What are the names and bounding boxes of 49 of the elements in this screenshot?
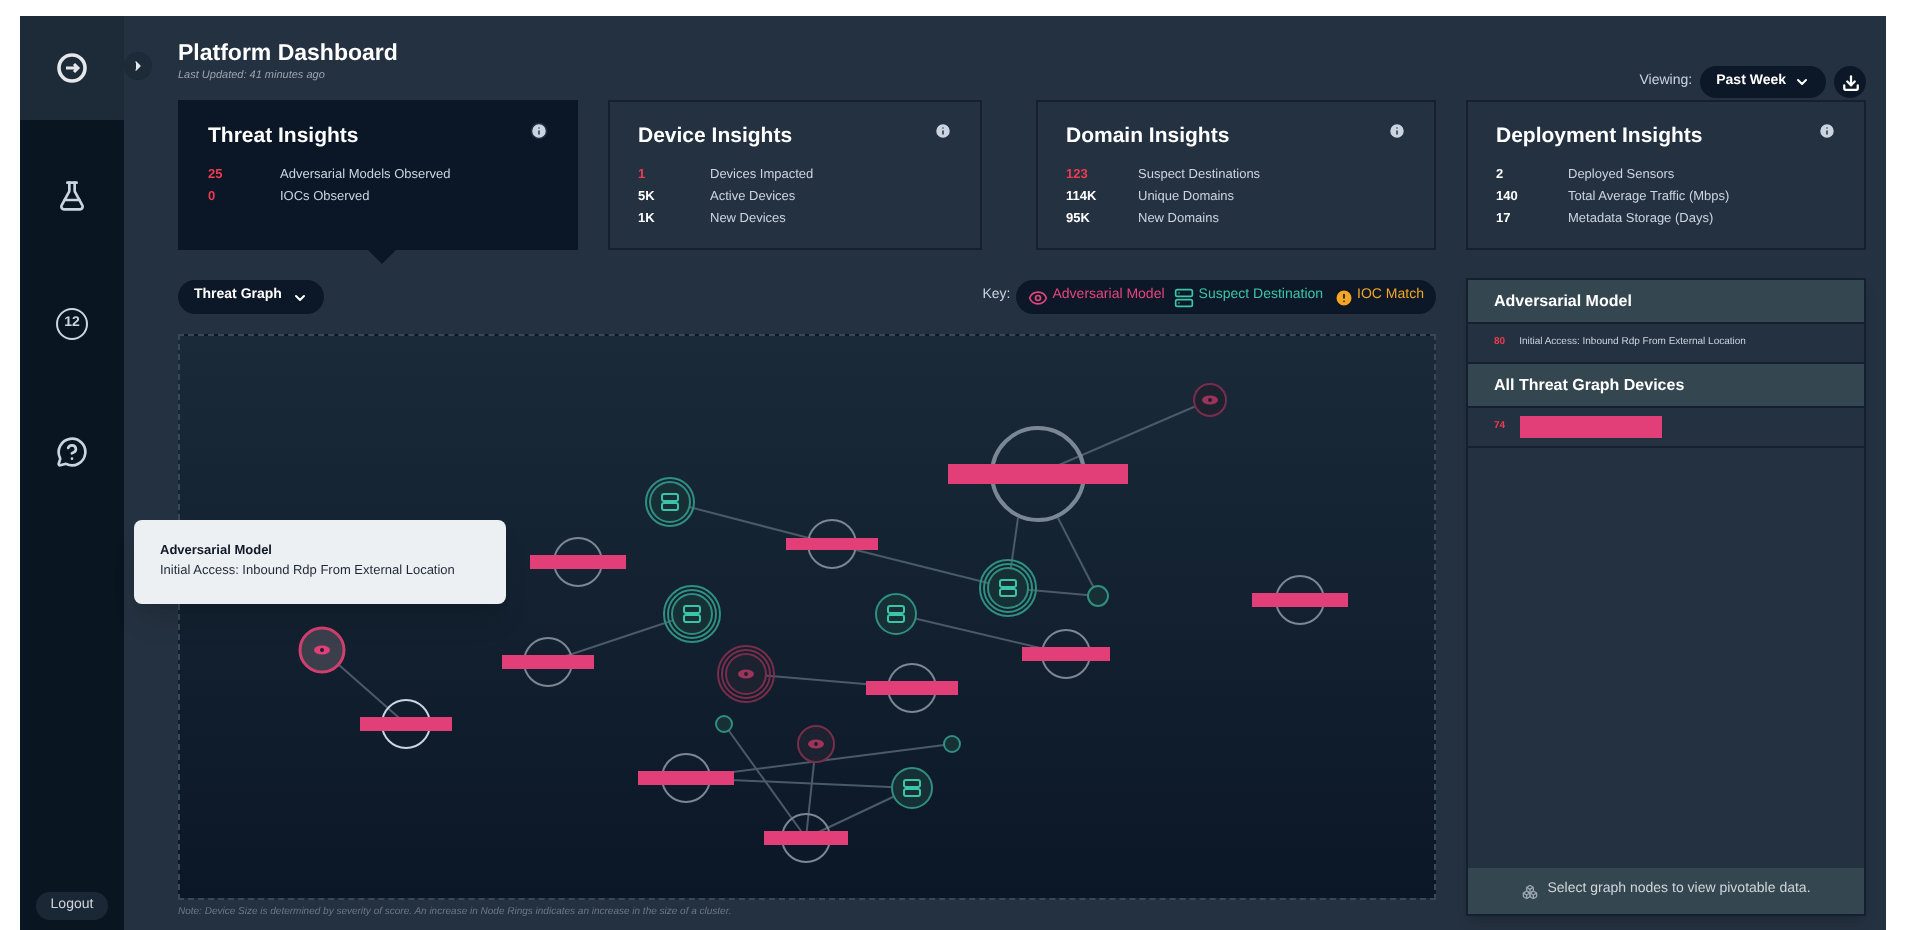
model-node[interactable] bbox=[717, 645, 775, 703]
eye-icon bbox=[1028, 287, 1049, 307]
destination-node[interactable] bbox=[943, 735, 961, 753]
device-node[interactable] bbox=[502, 637, 594, 687]
redaction-bar bbox=[1519, 416, 1662, 438]
flask-icon bbox=[56, 180, 88, 212]
destination-node[interactable] bbox=[979, 559, 1037, 617]
card-title: Domain Insights bbox=[1066, 122, 1230, 152]
chevron-down-icon bbox=[1794, 74, 1810, 90]
page-title: Platform Dashboard bbox=[178, 40, 398, 68]
chevron-icon bbox=[130, 58, 146, 74]
download-button[interactable] bbox=[1834, 66, 1866, 98]
card-title: Threat Insights bbox=[208, 122, 359, 152]
info-icon bbox=[934, 122, 952, 140]
device-node[interactable] bbox=[638, 753, 734, 803]
device-node[interactable] bbox=[360, 699, 452, 749]
section-header: All Threat Graph Devices bbox=[1468, 364, 1864, 408]
nav-item[interactable] bbox=[20, 16, 124, 120]
help-chat-icon bbox=[56, 436, 88, 468]
destination-node[interactable] bbox=[715, 715, 733, 733]
device-node[interactable] bbox=[1252, 575, 1348, 625]
model-node[interactable] bbox=[797, 725, 835, 763]
device-node[interactable] bbox=[530, 537, 626, 587]
alert-icon bbox=[1333, 287, 1354, 307]
device-node[interactable] bbox=[764, 813, 848, 863]
arrow-circle-icon bbox=[56, 52, 88, 84]
info-icon bbox=[1388, 122, 1406, 140]
section-header: Adversarial Model bbox=[1468, 280, 1864, 324]
chevron-down-icon bbox=[291, 289, 308, 305]
device-node[interactable] bbox=[948, 426, 1128, 522]
destination-node[interactable] bbox=[1087, 585, 1109, 607]
device-node[interactable] bbox=[1022, 629, 1110, 679]
card-title: Device Insights bbox=[638, 122, 793, 152]
model-node[interactable] bbox=[1193, 383, 1227, 417]
device-node[interactable] bbox=[866, 663, 958, 713]
destination-node[interactable] bbox=[875, 593, 917, 635]
destination-node[interactable] bbox=[891, 767, 933, 809]
model-node[interactable] bbox=[298, 626, 346, 674]
info-icon bbox=[1818, 122, 1836, 140]
info-icon bbox=[530, 122, 548, 140]
download-icon bbox=[1841, 73, 1859, 91]
expand-button[interactable] bbox=[124, 52, 152, 80]
device-node[interactable] bbox=[786, 519, 878, 569]
destination-node[interactable] bbox=[645, 477, 695, 527]
nodes-icon bbox=[1521, 883, 1538, 899]
card-title: Deployment Insights bbox=[1496, 122, 1703, 152]
server-icon bbox=[1174, 287, 1195, 307]
destination-node[interactable] bbox=[663, 585, 721, 643]
card-pointer bbox=[366, 248, 398, 264]
